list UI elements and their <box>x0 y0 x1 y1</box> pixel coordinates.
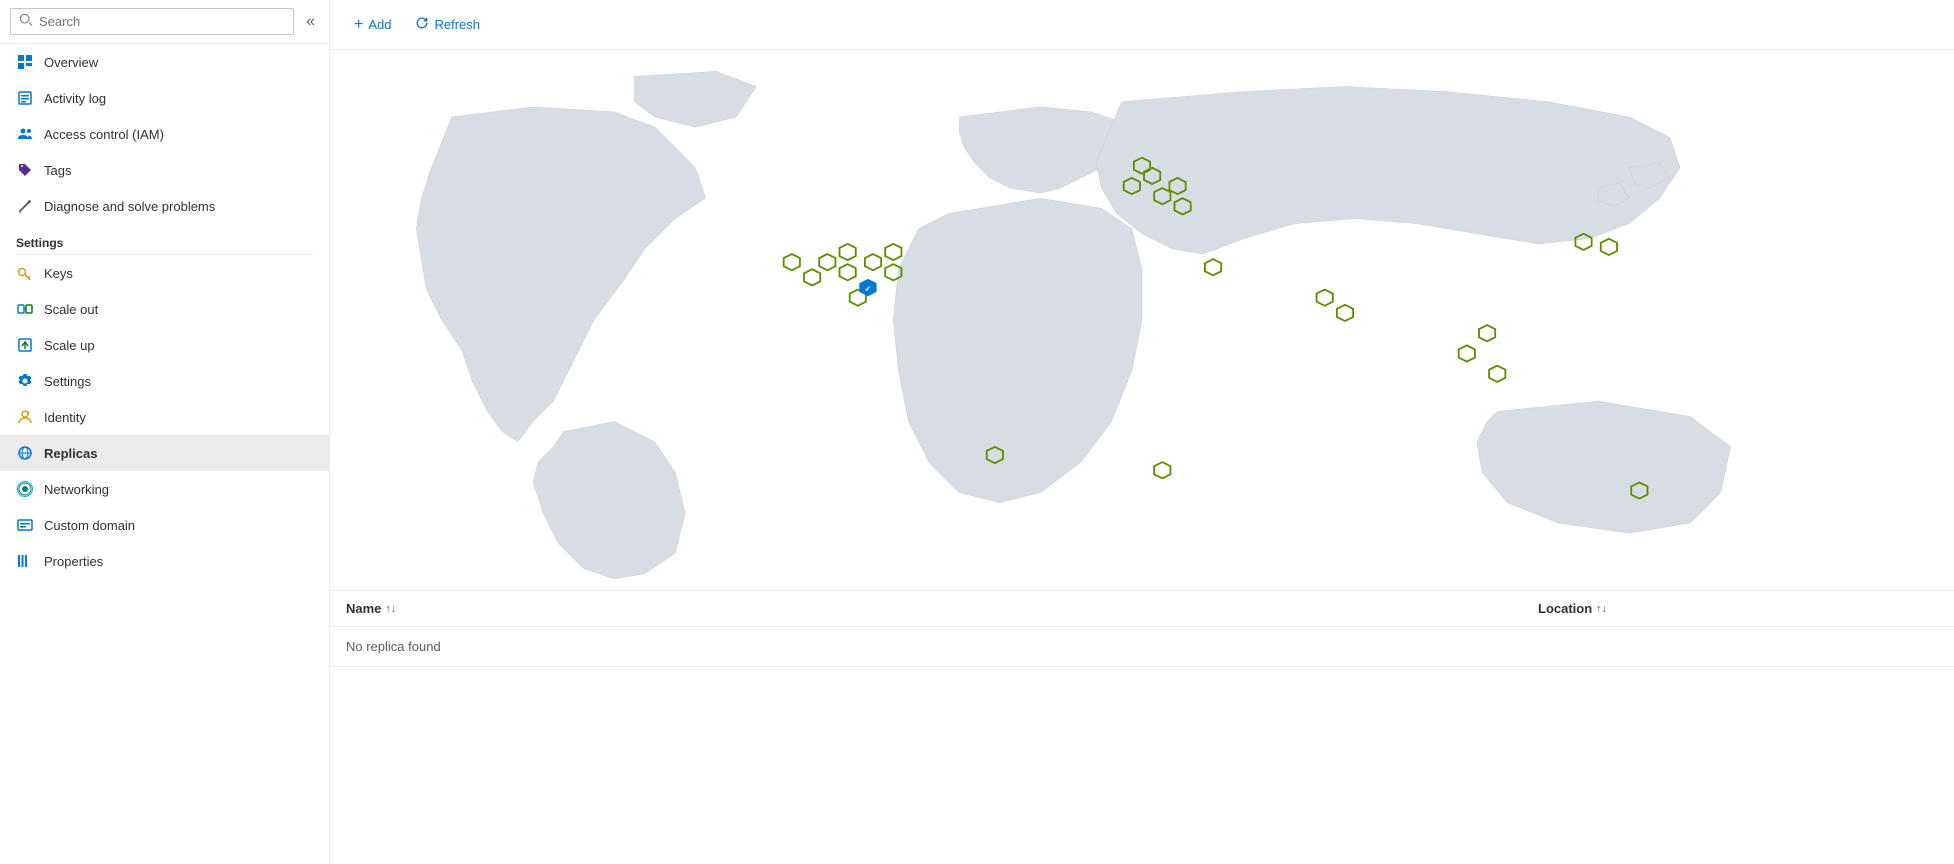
table-header: Name ↑↓ Location ↑↓ <box>330 591 1954 627</box>
nav-item-identity[interactable]: Identity <box>0 399 329 435</box>
col-name-sort-icon[interactable]: ↑↓ <box>385 603 396 615</box>
search-input[interactable] <box>39 14 285 29</box>
sidebar: « Overview Activity log <box>0 0 330 864</box>
scale-up-icon <box>16 336 34 354</box>
nav-label-access-control: Access control (IAM) <box>44 127 164 142</box>
add-label: Add <box>368 17 391 32</box>
nav-item-keys[interactable]: Keys <box>0 255 329 291</box>
domain-icon <box>16 516 34 534</box>
nav-label-scale-up: Scale up <box>44 338 95 353</box>
tag-icon <box>16 161 34 179</box>
nav-item-custom-domain[interactable]: Custom domain <box>0 507 329 543</box>
activity-icon <box>16 89 34 107</box>
nav-item-properties[interactable]: Properties <box>0 543 329 579</box>
add-button[interactable]: + Add <box>346 12 399 38</box>
nav-label-properties: Properties <box>44 554 103 569</box>
replicas-table: Name ↑↓ Location ↑↓ No replica found <box>330 590 1954 667</box>
toolbar: + Add Refresh <box>330 0 1954 50</box>
col-location-sort-icon[interactable]: ↑↓ <box>1596 603 1607 615</box>
world-map: ✓ <box>330 50 1954 590</box>
nav-label-tags: Tags <box>44 163 71 178</box>
col-name-header[interactable]: Name ↑↓ <box>346 601 1538 616</box>
empty-message: No replica found <box>346 639 441 654</box>
nav-label-activity-log: Activity log <box>44 91 106 106</box>
nav-label-keys: Keys <box>44 266 73 281</box>
search-box[interactable] <box>10 8 294 35</box>
grid-icon <box>16 53 34 71</box>
nav-label-custom-domain: Custom domain <box>44 518 135 533</box>
key-icon <box>16 264 34 282</box>
refresh-button[interactable]: Refresh <box>407 12 488 37</box>
networking-icon <box>16 480 34 498</box>
refresh-icon <box>415 16 429 33</box>
people-icon <box>16 125 34 143</box>
nav-item-replicas[interactable]: Replicas <box>0 435 329 471</box>
sidebar-header: « <box>0 0 329 44</box>
nav-label-diagnose: Diagnose and solve problems <box>44 199 215 214</box>
nav-item-overview[interactable]: Overview <box>0 44 329 80</box>
nav-item-scale-out[interactable]: Scale out <box>0 291 329 327</box>
col-location-label: Location <box>1538 601 1592 616</box>
svg-text:✓: ✓ <box>865 285 872 294</box>
nav-label-identity: Identity <box>44 410 86 425</box>
nav-item-access-control[interactable]: Access control (IAM) <box>0 116 329 152</box>
replicas-icon <box>16 444 34 462</box>
map-svg: ✓ <box>330 50 1954 590</box>
collapse-button[interactable]: « <box>302 9 319 35</box>
nav-item-settings[interactable]: Settings <box>0 363 329 399</box>
empty-row: No replica found <box>330 627 1954 667</box>
refresh-label: Refresh <box>434 17 480 32</box>
search-icon <box>19 13 33 30</box>
nav-label-overview: Overview <box>44 55 98 70</box>
nav-item-activity-log[interactable]: Activity log <box>0 80 329 116</box>
scale-out-icon <box>16 300 34 318</box>
settings-icon <box>16 372 34 390</box>
col-location-header[interactable]: Location ↑↓ <box>1538 601 1938 616</box>
nav-label-networking: Networking <box>44 482 109 497</box>
settings-section-label: Settings <box>0 224 329 254</box>
add-icon: + <box>354 16 363 34</box>
nav-label-scale-out: Scale out <box>44 302 98 317</box>
nav-label-settings: Settings <box>44 374 91 389</box>
nav-item-diagnose[interactable]: Diagnose and solve problems <box>0 188 329 224</box>
nav-label-replicas: Replicas <box>44 446 97 461</box>
identity-icon <box>16 408 34 426</box>
main-content: + Add Refresh <box>330 0 1954 864</box>
nav-item-networking[interactable]: Networking <box>0 471 329 507</box>
col-name-label: Name <box>346 601 381 616</box>
properties-icon <box>16 552 34 570</box>
wrench-icon <box>16 197 34 215</box>
nav-item-tags[interactable]: Tags <box>0 152 329 188</box>
nav-item-scale-up[interactable]: Scale up <box>0 327 329 363</box>
